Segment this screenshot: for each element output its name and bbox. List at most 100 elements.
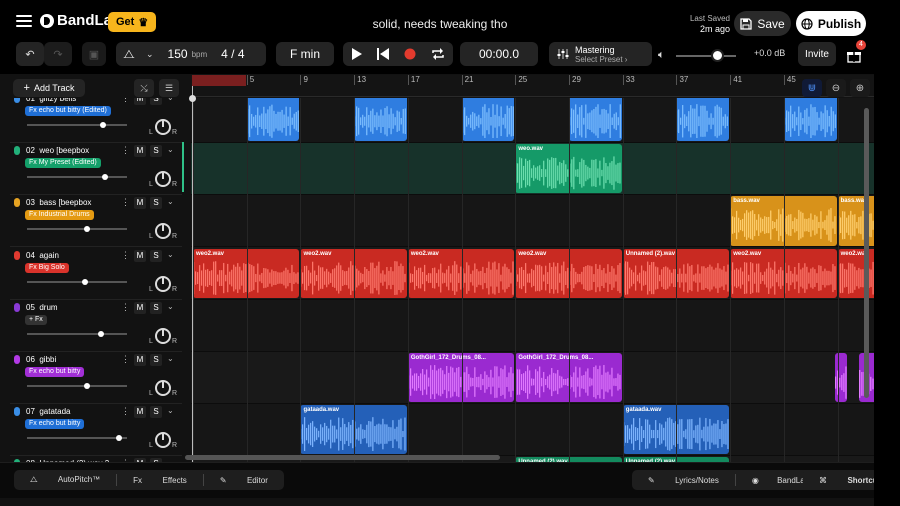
lyrics-button[interactable]: ✎ Lyrics/Notes <box>632 476 735 485</box>
metronome-icon[interactable]: ⧍ <box>120 47 138 62</box>
editor-button[interactable]: ✎ Editor <box>204 476 284 485</box>
chevron-down-icon[interactable]: ⌄ <box>167 197 174 206</box>
track-fx-tag[interactable]: Fx echo but bitty <box>25 419 85 430</box>
track-fx-tag[interactable]: Fx Industrial Drums <box>25 210 94 221</box>
playhead[interactable] <box>192 86 193 462</box>
audio-clip[interactable] <box>461 98 515 142</box>
track-lane[interactable] <box>191 299 874 352</box>
track-volume-slider[interactable] <box>27 174 127 181</box>
mute-button[interactable]: M <box>134 406 146 419</box>
audio-clip[interactable] <box>676 98 730 142</box>
mastering-button[interactable]: Mastering Select Preset › <box>549 42 652 66</box>
track-volume-slider[interactable] <box>27 435 127 442</box>
shortcuts-button[interactable]: ⌘ Shortcuts <box>803 470 874 490</box>
audio-clip[interactable] <box>246 98 300 142</box>
save-button[interactable]: Save <box>734 11 791 36</box>
redo-button[interactable]: ↷ <box>44 42 72 66</box>
track-name[interactable]: 02 weo [beepbox <box>26 146 89 155</box>
track-volume-slider[interactable] <box>27 330 127 337</box>
chevron-down-icon[interactable]: ⌄ <box>167 145 174 154</box>
track-name[interactable]: 04 again <box>26 251 59 260</box>
track-header[interactable]: 02 weo [beepbox Fx My Preset (Edited) ⋮ … <box>10 143 182 196</box>
mute-button[interactable]: M <box>134 98 146 105</box>
snap-button[interactable]: ⋓ <box>802 79 822 97</box>
play-icon[interactable] <box>351 48 362 60</box>
master-volume-track[interactable] <box>676 55 736 57</box>
track-settings-button[interactable]: ☰ <box>159 79 179 97</box>
time-signature[interactable]: 4 / 4 <box>221 47 244 61</box>
track-name[interactable]: 03 bass [beepbox <box>26 198 91 207</box>
timeline-ruler[interactable]: 159131721252933374145 <box>191 75 874 97</box>
solo-button[interactable]: S <box>150 197 162 210</box>
chevron-down-icon[interactable]: ⌄ <box>167 250 174 259</box>
track-name[interactable]: 06 gibbi <box>26 355 56 364</box>
track-volume-knob[interactable] <box>98 330 104 337</box>
track-header[interactable]: 05 drum + Fx ⋮ M S ⌄ LR <box>10 300 182 352</box>
track-header[interactable]: 01 glitzy bells Fx echo but bitty (Edite… <box>10 98 182 143</box>
track-volume-knob[interactable] <box>102 174 108 181</box>
more-options-icon[interactable]: ⋮ <box>121 302 130 313</box>
skip-back-icon[interactable] <box>376 48 389 60</box>
timeline-area[interactable]: weo.wav bass.wav bass.wav weo2.wav weo2.wav w… <box>191 98 874 462</box>
more-options-icon[interactable]: ⋮ <box>121 354 130 365</box>
track-name[interactable]: 01 glitzy bells <box>26 98 76 103</box>
mute-button[interactable]: M <box>134 197 146 210</box>
more-options-icon[interactable]: ⋮ <box>121 98 130 104</box>
undo-button[interactable]: ↶ <box>16 42 44 66</box>
track-lane[interactable] <box>191 404 874 457</box>
track-name[interactable]: 05 drum <box>26 303 58 312</box>
chevron-down-icon[interactable]: ⌄ <box>167 354 174 363</box>
more-options-icon[interactable]: ⋮ <box>121 250 130 261</box>
track-volume-slider[interactable] <box>27 278 127 285</box>
automation-button[interactable]: ⤯ <box>134 79 154 97</box>
solo-button[interactable]: S <box>150 145 162 158</box>
loop-icon[interactable] <box>431 48 445 60</box>
zoom-out-button[interactable]: ⊖ <box>826 79 846 97</box>
track-volume-knob[interactable] <box>84 226 90 233</box>
mute-button[interactable]: M <box>134 249 146 262</box>
key-button[interactable]: F min <box>276 42 334 66</box>
track-fx-tag[interactable]: Fx echo but bitty <box>25 367 85 377</box>
track-fx-tag[interactable]: + Fx <box>25 314 47 325</box>
record-icon[interactable] <box>404 48 416 60</box>
gift-button[interactable]: 4 <box>844 40 866 64</box>
more-options-icon[interactable]: ⋮ <box>121 145 130 156</box>
playhead-handle[interactable] <box>189 95 196 102</box>
audio-clip[interactable] <box>569 98 622 142</box>
mute-button[interactable]: M <box>134 301 146 314</box>
track-volume-slider[interactable] <box>27 226 127 233</box>
publish-button[interactable]: Publish <box>796 11 866 36</box>
track-header[interactable]: 06 gibbi Fx echo but bitty ⋮ M S ⌄ LR <box>10 352 182 404</box>
track-fx-tag[interactable]: Fx Big Solo <box>25 262 69 273</box>
track-fx-tag[interactable]: Fx My Preset (Edited) <box>25 158 101 169</box>
track-volume-knob[interactable] <box>82 278 88 285</box>
track-volume-knob[interactable] <box>84 383 90 389</box>
chevron-down-icon[interactable]: ⌄ <box>167 406 174 415</box>
track-volume-knob[interactable] <box>100 122 106 128</box>
vertical-scrollbar[interactable] <box>864 108 869 398</box>
add-track-button[interactable]: + Add Track <box>13 79 85 97</box>
autopitch-button[interactable]: ⧍ AutoPitch™ <box>14 475 116 485</box>
solo-button[interactable]: S <box>150 98 162 105</box>
track-fx-tag[interactable]: Fx echo but bitty (Edited) <box>25 106 111 116</box>
get-membership-button[interactable]: Get ♛ <box>108 12 157 32</box>
track-volume-knob[interactable] <box>116 435 122 442</box>
speaker-icon[interactable]: 🔈︎ <box>658 49 665 62</box>
master-volume[interactable]: 🔈︎ <box>658 48 738 64</box>
metronome-dropdown-icon[interactable]: ⌄ <box>146 49 154 60</box>
invite-button[interactable]: Invite <box>798 42 836 66</box>
horizontal-scrollbar[interactable] <box>185 455 500 460</box>
solo-button[interactable]: S <box>150 249 162 262</box>
track-header[interactable]: 07 gatatada Fx echo but bitty ⋮ M S ⌄ LR <box>10 404 182 457</box>
mute-button[interactable]: M <box>134 145 146 158</box>
chevron-down-icon[interactable]: ⌄ <box>167 98 174 102</box>
track-name[interactable]: 07 gatatada <box>26 407 71 416</box>
more-options-icon[interactable]: ⋮ <box>121 406 130 417</box>
track-volume-slider[interactable] <box>27 383 127 389</box>
track-header[interactable]: 04 again Fx Big Solo ⋮ M S ⌄ LR <box>10 248 182 300</box>
audio-clip[interactable] <box>354 98 407 142</box>
solo-button[interactable]: S <box>150 354 162 366</box>
master-volume-knob[interactable] <box>711 49 724 62</box>
mute-button[interactable]: M <box>134 354 146 366</box>
menu-icon[interactable] <box>16 15 32 27</box>
